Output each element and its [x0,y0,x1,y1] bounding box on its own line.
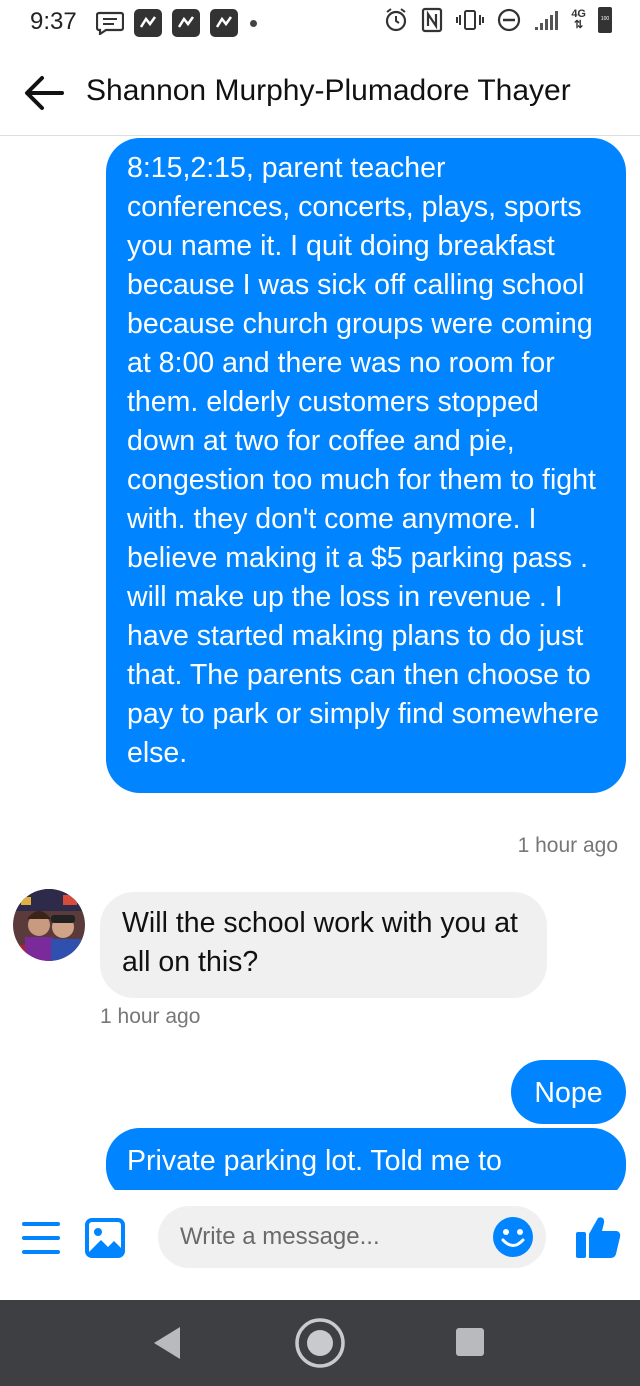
app-notification-icon [172,9,200,37]
message-timestamp: 1 hour ago [517,834,618,857]
message-notification-icon [96,11,124,35]
app-notification-icon [210,9,238,37]
notification-icons [96,9,257,37]
network-indicator: 4G ⇅ [571,8,586,31]
message-list[interactable]: 8:15,2:15, parent teacher conferences, c… [0,137,640,1190]
nfc-icon [422,7,443,33]
conversation-header: Shannon Murphy-Plumadore Thayer [0,46,640,136]
system-icons: 4G ⇅ 100 [383,7,612,33]
do-not-disturb-icon [498,8,521,32]
contact-name[interactable]: Shannon Murphy-Plumadore Thayer [86,74,571,108]
outgoing-message-bubble[interactable]: 8:15,2:15, parent teacher conferences, c… [106,138,626,793]
outgoing-message-bubble[interactable]: Private parking lot. Told me to [106,1128,626,1190]
message-timestamp: 1 hour ago [100,1005,201,1028]
message-input[interactable] [158,1206,546,1268]
image-icon[interactable] [84,1217,126,1259]
alarm-icon [386,8,407,32]
signal-icon [535,11,559,30]
emoji-icon[interactable] [492,1216,534,1258]
status-time: 9:37 [30,8,77,35]
nav-recents-icon[interactable] [455,1327,485,1357]
nav-home-icon[interactable] [294,1317,346,1369]
app-notification-icon [134,9,162,37]
status-bar: 9:37 4G ⇅ 100 [0,0,640,46]
outgoing-message-bubble[interactable]: Nope [511,1060,626,1124]
vibrate-icon [456,10,485,30]
nav-back-icon[interactable] [150,1324,184,1362]
incoming-message-bubble[interactable]: Will the school work with you at all on … [100,892,547,998]
system-navigation-bar [0,1300,640,1386]
battery-icon: 100 [598,7,612,33]
menu-icon[interactable] [22,1220,60,1256]
avatar[interactable] [13,889,85,961]
thumbs-up-icon[interactable] [574,1214,622,1260]
arrow-left-icon[interactable] [20,70,66,116]
more-notifications-dot [250,19,257,27]
